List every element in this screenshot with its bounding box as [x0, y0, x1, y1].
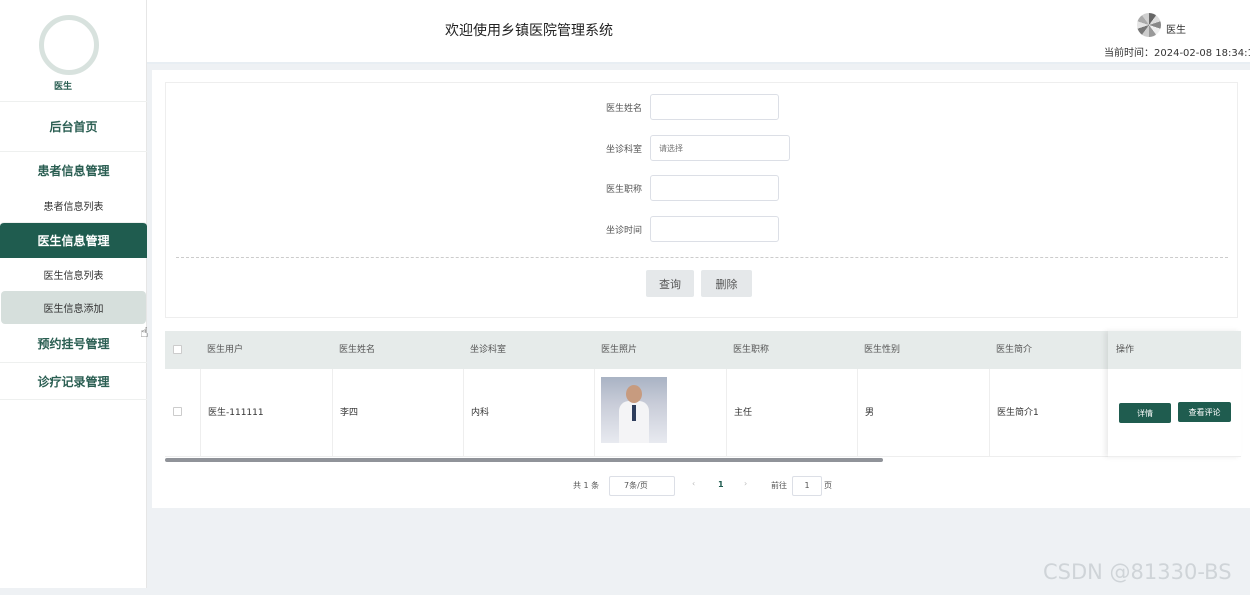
sidebar-item-label: 预约挂号管理: [37, 336, 110, 351]
sidebar-item-label: 患者信息列表: [43, 201, 104, 213]
form-row-doctor-name: 医生姓名: [586, 94, 779, 120]
page-size-value: 7条/页: [624, 481, 648, 490]
column-header: 医生职称: [733, 345, 770, 355]
pagination: 共 1 条 7条/页 ‹ 1 › 前往 1 页: [152, 474, 1250, 498]
sidebar-avatar: [39, 15, 99, 75]
operations-column: 详情 查看评论: [1108, 331, 1241, 457]
header-user-name[interactable]: 医生: [1166, 21, 1186, 36]
detail-button[interactable]: 详情: [1119, 403, 1171, 423]
page-title: 欢迎使用乡镇医院管理系统: [445, 23, 613, 39]
header: 欢迎使用乡镇医院管理系统 医生 当前时间：2024-02-08 18:34:10: [147, 0, 1250, 64]
table-row: 医生-111111 李四 内科 主任 男 医生简介1: [165, 369, 1241, 457]
sidebar-item-treatment-management[interactable]: 诊疗记录管理: [0, 362, 147, 400]
form-row-consult-time: 坐诊时间: [586, 216, 779, 242]
form-row-department: 坐诊科室: [586, 135, 790, 161]
cell-department: 内科: [463, 369, 594, 457]
sidebar-item-label: 医生信息管理: [37, 234, 110, 248]
sidebar: 医生 后台首页 患者信息管理 患者信息列表 医生信息管理 医生信息列表 医生信息…: [0, 0, 147, 588]
column-header: 医生性别: [864, 345, 901, 355]
page-size-select[interactable]: 7条/页: [609, 476, 675, 496]
form-divider: [176, 257, 1228, 258]
sidebar-item-label: 患者信息管理: [37, 163, 110, 178]
sidebar-item-doctor-list[interactable]: 医生信息列表: [0, 258, 147, 291]
doctor-title-input[interactable]: [650, 175, 779, 201]
sidebar-item-patient-list[interactable]: 患者信息列表: [0, 188, 147, 222]
field-label: 医生姓名: [605, 103, 642, 114]
delete-button[interactable]: 删除: [701, 270, 752, 297]
sidebar-item-doctor-management[interactable]: 医生信息管理: [0, 222, 147, 258]
mouse-cursor-icon: ☝: [140, 325, 149, 341]
cell-user: 医生-111111: [200, 369, 332, 457]
doctor-photo-head: [626, 385, 642, 403]
sidebar-item-doctor-add[interactable]: 医生信息添加: [1, 291, 146, 324]
page-number-current[interactable]: 1: [718, 480, 724, 489]
current-time-value: 2024-02-08 18:34:10: [1154, 48, 1250, 59]
goto-page-input[interactable]: 1: [792, 476, 822, 496]
form-row-doctor-title: 医生职称: [586, 175, 779, 201]
goto-label: 前往: [771, 481, 787, 490]
sidebar-item-patient-management[interactable]: 患者信息管理: [0, 151, 147, 188]
doctor-name-input[interactable]: [650, 94, 779, 120]
field-label: 坐诊时间: [605, 225, 642, 236]
table-header: 医生用户 医生姓名 坐诊科室 医生照片 医生职称 医生性别 医生简介 操作: [165, 331, 1241, 369]
column-header: 医生用户: [207, 345, 244, 355]
field-label: 坐诊科室: [605, 144, 642, 155]
main-panel: 医生姓名 坐诊科室 医生职称 坐诊时间 查询 删除 医生用户 医生姓名 坐诊科室…: [152, 70, 1250, 508]
cell-intro: 医生简介1: [989, 369, 1108, 457]
department-select[interactable]: [650, 135, 790, 161]
sidebar-item-label: 后台首页: [49, 120, 98, 134]
current-time-label: 当前时间：: [1104, 48, 1154, 59]
sidebar-item-label: 医生信息列表: [43, 271, 104, 282]
row-checkbox[interactable]: [173, 407, 182, 416]
search-form: 医生姓名 坐诊科室 医生职称 坐诊时间 查询 删除: [165, 82, 1238, 318]
consult-time-input[interactable]: [650, 216, 779, 242]
goto-suffix: 页: [824, 481, 832, 490]
column-header: 医生照片: [601, 345, 638, 355]
query-button[interactable]: 查询: [646, 270, 694, 297]
cell-title: 主任: [726, 369, 857, 457]
prev-page-icon[interactable]: ‹: [692, 479, 695, 488]
select-all-checkbox[interactable]: [173, 345, 182, 354]
field-label: 医生职称: [605, 184, 642, 195]
sidebar-item-appointment-management[interactable]: 预约挂号管理: [0, 324, 147, 362]
view-reviews-button[interactable]: 查看评论: [1178, 402, 1231, 422]
cell-name: 李四: [332, 369, 463, 457]
cell-gender: 男: [857, 369, 989, 457]
column-header: 医生姓名: [339, 345, 376, 355]
pager-total: 共 1 条: [573, 481, 600, 490]
sidebar-menu: 后台首页 患者信息管理 患者信息列表 医生信息管理 医生信息列表 医生信息添加 …: [0, 101, 147, 400]
user-avatar[interactable]: [1137, 13, 1161, 37]
column-header: 医生简介: [996, 345, 1033, 355]
horizontal-scrollbar[interactable]: [165, 458, 883, 462]
sidebar-item-home[interactable]: 后台首页: [0, 101, 147, 151]
next-page-icon[interactable]: ›: [744, 479, 747, 488]
sidebar-item-label: 医生信息添加: [43, 304, 104, 315]
goto-page-value: 1: [804, 481, 810, 490]
sidebar-item-label: 诊疗记录管理: [37, 374, 110, 389]
doctor-photo-tie: [632, 405, 636, 421]
current-time: 当前时间：2024-02-08 18:34:10: [1104, 44, 1250, 59]
watermark: CSDN @81330-BS: [1043, 560, 1232, 584]
sidebar-user-name: 医生: [53, 82, 72, 92]
doctor-photo: [601, 377, 667, 443]
doctor-table: 医生用户 医生姓名 坐诊科室 医生照片 医生职称 医生性别 医生简介 操作 医生…: [165, 331, 1241, 459]
column-header: 坐诊科室: [470, 345, 507, 355]
